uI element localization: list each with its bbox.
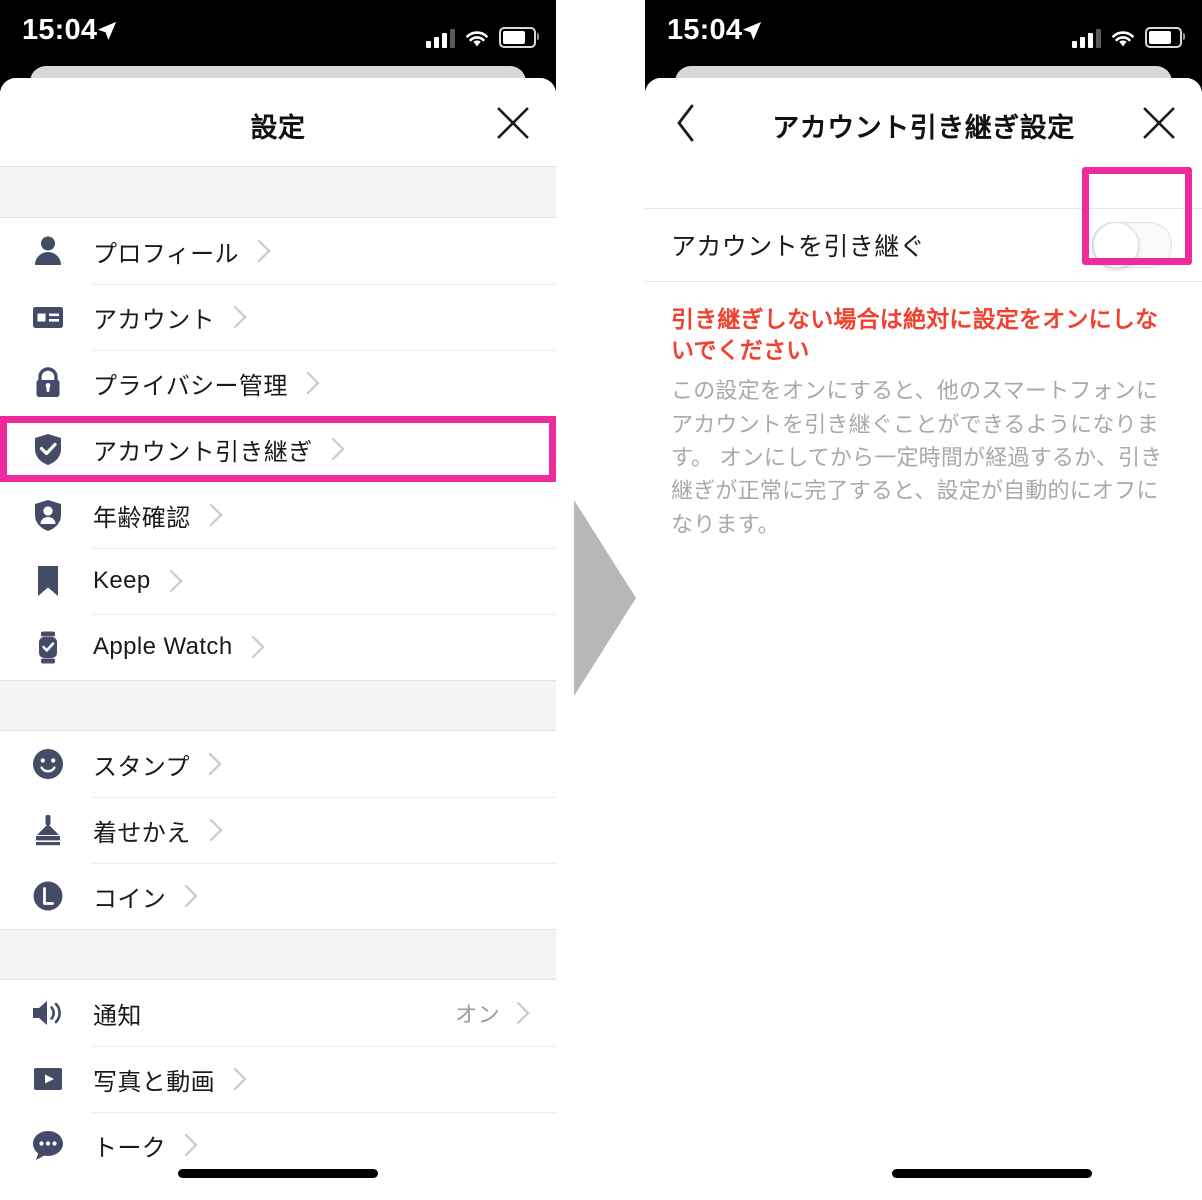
row-coins[interactable]: コイン <box>0 863 556 929</box>
wifi-icon <box>1112 31 1134 47</box>
settings-group-2: スタンプ 着せかえ コイン <box>0 731 556 929</box>
status-indicators <box>426 18 539 48</box>
comparison-stage: 15:04 設定 プロフィール アカウント プライバシー管理 アカウント引き継ぎ… <box>0 0 1202 1200</box>
row-photos-videos[interactable]: 写真と動画 <box>0 1046 556 1112</box>
status-time: 15:04 <box>667 14 743 46</box>
chevron-right-icon <box>331 437 345 461</box>
page-title: 設定 <box>250 113 306 143</box>
row-apple-watch[interactable]: Apple Watch <box>0 614 556 680</box>
location-arrow-icon <box>97 21 117 41</box>
home-indicator <box>178 1169 378 1178</box>
section-gap <box>0 166 556 218</box>
sheet-header-right: アカウント引き継ぎ設定 <box>645 78 1202 166</box>
row-label: プライバシー管理 <box>93 372 288 400</box>
chevron-right-icon <box>169 569 183 593</box>
row-label: Keep <box>93 567 151 594</box>
sheet-header-left: 設定 <box>0 78 556 166</box>
row-label: Apple Watch <box>93 633 233 660</box>
row-keep[interactable]: Keep <box>0 548 556 614</box>
row-stamps[interactable]: スタンプ <box>0 731 556 797</box>
right-phone-screen: 15:04 アカウント引き継ぎ設定 アカウントを引き継ぐ 引き継ぎしない場合は絶… <box>645 0 1202 1200</box>
row-label: スタンプ <box>93 753 190 781</box>
toggle-row-label: アカウントを引き継ぐ <box>671 233 926 261</box>
person-icon <box>28 231 68 271</box>
warning-text: 引き継ぎしない場合は絶対に設定をオンにしないでください <box>671 306 1159 364</box>
row-label: アカウント <box>93 306 215 334</box>
row-label: トーク <box>93 1134 167 1162</box>
lock-icon <box>28 363 68 403</box>
close-icon[interactable] <box>494 104 532 142</box>
paintbrush-icon <box>28 810 68 850</box>
row-label: 通知 <box>93 1002 142 1030</box>
row-themes[interactable]: 着せかえ <box>0 797 556 863</box>
shield-person-icon <box>28 495 68 535</box>
coin-icon <box>28 876 68 916</box>
arrow-right-icon <box>574 500 636 696</box>
chevron-right-icon <box>209 503 223 527</box>
chevron-right-icon <box>185 1133 198 1157</box>
row-account[interactable]: アカウント <box>0 284 556 350</box>
status-bar-right: 15:04 <box>645 0 1202 68</box>
section-gap <box>0 929 556 980</box>
status-indicators <box>1072 18 1185 48</box>
row-privacy[interactable]: プライバシー管理 <box>0 350 556 416</box>
chat-bubble-icon <box>28 1125 68 1165</box>
row-account-transfer[interactable]: アカウント引き継ぎ <box>0 416 556 482</box>
cellular-signal-icon <box>1072 27 1101 48</box>
settings-group-1: プロフィール アカウント プライバシー管理 アカウント引き継ぎ 年齢確認 Kee… <box>0 218 556 680</box>
bookmark-icon <box>28 561 68 601</box>
left-phone-screen: 15:04 設定 プロフィール アカウント プライバシー管理 アカウント引き継ぎ… <box>0 0 556 1200</box>
id-card-icon <box>28 297 68 337</box>
section-gap <box>0 680 556 731</box>
speaker-icon <box>28 993 68 1033</box>
account-transfer-sheet: アカウント引き継ぎ設定 アカウントを引き継ぐ 引き継ぎしない場合は絶対に設定をオ… <box>645 78 1202 1200</box>
toggle-knob <box>1093 222 1139 268</box>
chevron-right-icon <box>306 371 320 395</box>
smiley-icon <box>28 744 68 784</box>
close-icon[interactable] <box>1140 104 1178 142</box>
row-label: アカウント引き継ぎ <box>93 438 313 466</box>
description-block: 引き継ぎしない場合は絶対に設定をオンにしないでください この設定をオンにすると、… <box>645 282 1202 541</box>
location-arrow-icon <box>742 21 762 41</box>
row-label: 着せかえ <box>93 819 191 847</box>
description-text: この設定をオンにすると、他のスマートフォンにアカウントを引き継ぐことができるよう… <box>671 378 1163 537</box>
battery-icon <box>1145 27 1185 48</box>
row-label: コイン <box>93 885 167 913</box>
settings-group-3: 通知 オン 写真と動画 トーク <box>0 980 556 1178</box>
chevron-right-icon <box>209 818 223 842</box>
account-transfer-toggle[interactable] <box>1092 222 1172 268</box>
row-value: オン <box>455 1002 500 1027</box>
cellular-signal-icon <box>426 27 455 48</box>
row-label: 写真と動画 <box>93 1068 215 1096</box>
home-indicator <box>892 1169 1092 1178</box>
row-label: プロフィール <box>93 240 239 268</box>
shield-check-icon <box>28 429 68 469</box>
chevron-right-icon <box>208 752 222 776</box>
chevron-right-icon <box>251 635 265 659</box>
account-transfer-toggle-row[interactable]: アカウントを引き継ぐ <box>645 167 1202 282</box>
page-title: アカウント引き継ぎ設定 <box>772 113 1075 143</box>
settings-sheet: 設定 プロフィール アカウント プライバシー管理 アカウント引き継ぎ 年齢確認 … <box>0 78 556 1200</box>
row-age-verification[interactable]: 年齢確認 <box>0 482 556 548</box>
apple-watch-icon <box>28 627 68 667</box>
chevron-right-icon <box>516 1001 530 1025</box>
wifi-icon <box>466 31 488 47</box>
status-time: 15:04 <box>22 14 98 46</box>
battery-icon <box>499 27 539 48</box>
chevron-right-icon <box>233 305 247 329</box>
play-square-icon <box>28 1059 68 1099</box>
chevron-right-icon <box>233 1067 247 1091</box>
chevron-right-icon <box>257 239 271 263</box>
row-label: 年齢確認 <box>93 504 191 532</box>
row-notifications[interactable]: 通知 オン <box>0 980 556 1046</box>
row-profile[interactable]: プロフィール <box>0 218 556 284</box>
header-spacer <box>645 166 1202 208</box>
chevron-right-icon <box>185 884 198 908</box>
status-bar-left: 15:04 <box>0 0 556 68</box>
